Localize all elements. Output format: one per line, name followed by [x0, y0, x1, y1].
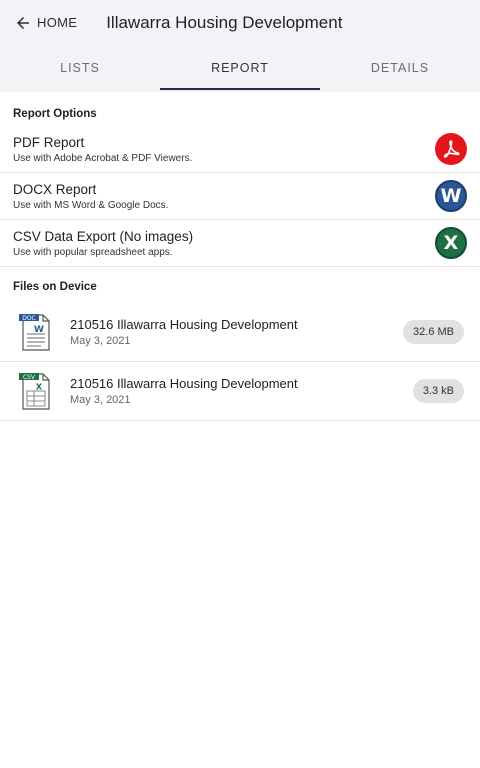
csv-export-name: CSV Data Export (No images) — [13, 228, 194, 244]
svg-text:W: W — [34, 325, 44, 335]
docx-report-option[interactable]: DOCX Report Use with MS Word & Google Do… — [0, 173, 480, 220]
report-options-heading: Report Options — [13, 108, 97, 120]
pdf-report-name: PDF Report — [13, 134, 85, 150]
app-header: HOME Illawarra Housing Development LISTS… — [0, 0, 480, 90]
word-icon-letter: W — [440, 185, 462, 207]
svg-text:X: X — [36, 383, 43, 392]
files-on-device-heading: Files on Device — [13, 281, 97, 293]
docx-report-desc: Use with MS Word & Google Docs. — [13, 199, 169, 211]
csv-export-text: CSV Data Export (No images) Use with pop… — [13, 229, 435, 258]
csv-file-type: CSV — [23, 374, 36, 381]
excel-icon-letter: X — [443, 232, 459, 254]
pdf-report-desc: Use with Adobe Acrobat & PDF Viewers. — [13, 152, 193, 164]
word-icon: W — [435, 180, 467, 212]
tab-bar: LISTS REPORT DETAILS — [0, 45, 480, 90]
file-date: May 3, 2021 — [70, 394, 131, 406]
pdf-report-option[interactable]: PDF Report Use with Adobe Acrobat & PDF … — [0, 126, 480, 173]
file-item[interactable]: CSV X 210516 Illawarra Housing Developme… — [0, 362, 480, 421]
tab-lists[interactable]: LISTS — [0, 45, 160, 90]
file-name: 210516 Illawarra Housing Development — [70, 376, 298, 391]
csv-file-icon: CSV X — [19, 373, 50, 410]
file-text: 210516 Illawarra Housing Development May… — [70, 317, 403, 347]
file-date: May 3, 2021 — [70, 335, 131, 347]
doc-file-type: DOC — [22, 315, 36, 322]
pdf-icon — [435, 133, 467, 165]
file-size-badge: 3.3 kB — [412, 379, 464, 403]
pdf-report-text: PDF Report Use with Adobe Acrobat & PDF … — [13, 135, 435, 164]
tab-report[interactable]: REPORT — [160, 45, 320, 90]
excel-icon: X — [435, 227, 467, 259]
doc-file-icon: DOC W — [19, 314, 50, 351]
csv-export-desc: Use with popular spreadsheet apps. — [13, 246, 173, 258]
file-size-badge: 32.6 MB — [403, 320, 464, 344]
page-title: Illawarra Housing Development — [106, 12, 343, 32]
back-home-button[interactable]: HOME — [14, 14, 77, 32]
tab-details[interactable]: DETAILS — [320, 45, 480, 90]
back-home-label: HOME — [37, 15, 78, 30]
file-name: 210516 Illawarra Housing Development — [70, 317, 298, 332]
file-item[interactable]: DOC W 210516 Illawarra Housing Developme… — [0, 303, 480, 362]
csv-export-option[interactable]: CSV Data Export (No images) Use with pop… — [0, 220, 480, 267]
arrow-left-icon — [17, 16, 29, 29]
file-text: 210516 Illawarra Housing Development May… — [70, 376, 413, 406]
docx-report-name: DOCX Report — [13, 181, 97, 197]
top-bar: HOME Illawarra Housing Development — [0, 0, 480, 45]
docx-report-text: DOCX Report Use with MS Word & Google Do… — [13, 182, 435, 211]
